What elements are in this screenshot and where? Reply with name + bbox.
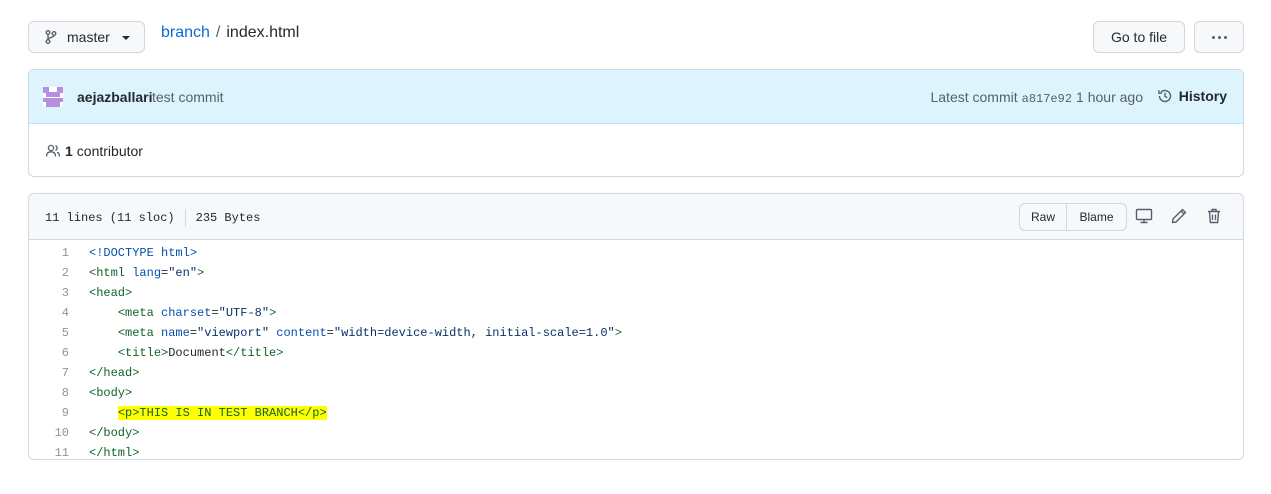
line-number[interactable]: 2	[29, 266, 69, 280]
code-text: <!DOCTYPE html>	[89, 246, 198, 260]
commit-sha[interactable]: a817e92	[1022, 92, 1072, 106]
code-token: <meta	[117, 326, 154, 340]
contributors-link[interactable]: 1 contributor	[45, 143, 143, 159]
code-token: <meta	[117, 306, 154, 320]
breadcrumb-separator: /	[215, 24, 221, 41]
code-token: =	[326, 326, 334, 340]
branch-label: master	[67, 29, 110, 45]
line-number[interactable]: 4	[29, 306, 69, 320]
code-text: <head>	[89, 286, 133, 300]
code-token: >	[614, 326, 622, 340]
code-text: <p>THIS IS IN TEST BRANCH</p>	[69, 406, 327, 420]
line-number[interactable]: 9	[29, 406, 69, 420]
divider	[184, 209, 186, 227]
code-line: 4 <meta charset="UTF-8">	[29, 303, 1243, 323]
pencil-icon[interactable]	[1170, 207, 1188, 225]
trash-icon[interactable]	[1205, 207, 1223, 225]
line-number[interactable]: 1	[29, 246, 69, 260]
highlighted-code: <p>THIS IS IN TEST BRANCH</p>	[117, 406, 327, 420]
file-info: 11 lines (11 sloc) 235 Bytes	[45, 209, 260, 227]
code-text: <body>	[89, 386, 133, 400]
code-line: 10 </body>	[29, 423, 1243, 443]
line-number[interactable]: 10	[29, 426, 69, 440]
file-size: 235 Bytes	[195, 211, 261, 225]
code-text: <meta name="viewport" content="width=dev…	[69, 326, 622, 340]
latest-commit-label: Latest commit	[930, 89, 1018, 105]
people-icon	[45, 144, 61, 157]
code-token: "UTF-8"	[218, 306, 270, 320]
kebab-icon	[1211, 35, 1227, 39]
history-link[interactable]: History	[1157, 88, 1227, 104]
branch-icon	[45, 30, 57, 44]
code-view: 1 <!DOCTYPE html> 2 <html lang="en"> 3 <…	[29, 240, 1243, 460]
code-line: 6 <title>Document</title>	[29, 343, 1243, 363]
blame-button[interactable]: Blame	[1067, 203, 1127, 231]
file-name: index.html	[226, 24, 300, 41]
go-to-file-button[interactable]: Go to file	[1093, 21, 1185, 53]
code-text: <title>Document</title>	[69, 346, 284, 360]
code-line: 7 </head>	[29, 363, 1243, 383]
code-token: charset	[153, 306, 212, 320]
code-token: =	[189, 326, 198, 340]
code-token: "width=device-width, initial-scale=1.0"	[333, 326, 615, 340]
commit-meta: Latest commit a817e92 1 hour ago	[930, 89, 1143, 106]
code-token: </title>	[225, 346, 284, 360]
code-line: 3 <head>	[29, 283, 1243, 303]
code-line: 11 </html>	[29, 443, 1243, 460]
commit-header: aejazballari test commit Latest commit a…	[29, 70, 1243, 124]
code-token: <html	[89, 266, 126, 280]
chevron-down-icon	[121, 36, 130, 40]
code-text: </html>	[89, 446, 140, 460]
code-token: lang	[125, 266, 162, 280]
code-token: >	[269, 306, 277, 320]
file-viewer: 11 lines (11 sloc) 235 Bytes Raw Blame 1…	[28, 193, 1244, 460]
line-number[interactable]: 8	[29, 386, 69, 400]
raw-button[interactable]: Raw	[1019, 203, 1067, 231]
code-line: 9 <p>THIS IS IN TEST BRANCH</p>	[29, 403, 1243, 423]
contributor-count: 1	[65, 143, 73, 159]
history-icon	[1157, 89, 1171, 103]
code-token: =	[211, 306, 219, 320]
commit-message[interactable]: test commit	[152, 89, 224, 105]
code-line: 1 <!DOCTYPE html>	[29, 243, 1243, 263]
avatar[interactable]	[43, 87, 63, 107]
more-options-button[interactable]	[1194, 21, 1244, 53]
code-line: 5 <meta name="viewport" content="width=d…	[29, 323, 1243, 343]
history-label: History	[1178, 88, 1227, 104]
code-text: </head>	[89, 366, 140, 380]
code-token: name	[153, 326, 190, 340]
code-token: "viewport"	[197, 326, 270, 340]
file-header: 11 lines (11 sloc) 235 Bytes Raw Blame	[29, 194, 1243, 240]
line-count: 11 lines (11 sloc)	[45, 211, 175, 225]
code-text: </body>	[89, 426, 140, 440]
code-token: <title>	[117, 346, 169, 360]
code-line: 2 <html lang="en">	[29, 263, 1243, 283]
latest-commit-box: aejazballari test commit Latest commit a…	[28, 69, 1244, 177]
code-token: Document	[168, 346, 226, 360]
desktop-icon[interactable]	[1135, 207, 1153, 225]
line-number[interactable]: 3	[29, 286, 69, 300]
raw-blame-group: Raw Blame	[1019, 203, 1127, 231]
code-text: <html lang="en">	[69, 266, 204, 280]
line-number[interactable]: 5	[29, 326, 69, 340]
code-token: "en"	[168, 266, 198, 280]
code-token: >	[197, 266, 205, 280]
contributor-label: contributor	[76, 143, 143, 159]
repo-link[interactable]: branch	[161, 24, 210, 42]
branch-selector-button[interactable]: master	[28, 21, 145, 53]
code-token: content	[269, 326, 327, 340]
commit-author[interactable]: aejazballari	[77, 89, 153, 105]
line-number[interactable]: 11	[29, 446, 69, 459]
line-number[interactable]: 6	[29, 346, 69, 360]
breadcrumb: branch / index.html	[161, 24, 299, 42]
commit-time: 1 hour ago	[1076, 89, 1143, 105]
code-line: 8 <body>	[29, 383, 1243, 403]
code-text: <meta charset="UTF-8">	[69, 306, 276, 320]
line-number[interactable]: 7	[29, 366, 69, 380]
